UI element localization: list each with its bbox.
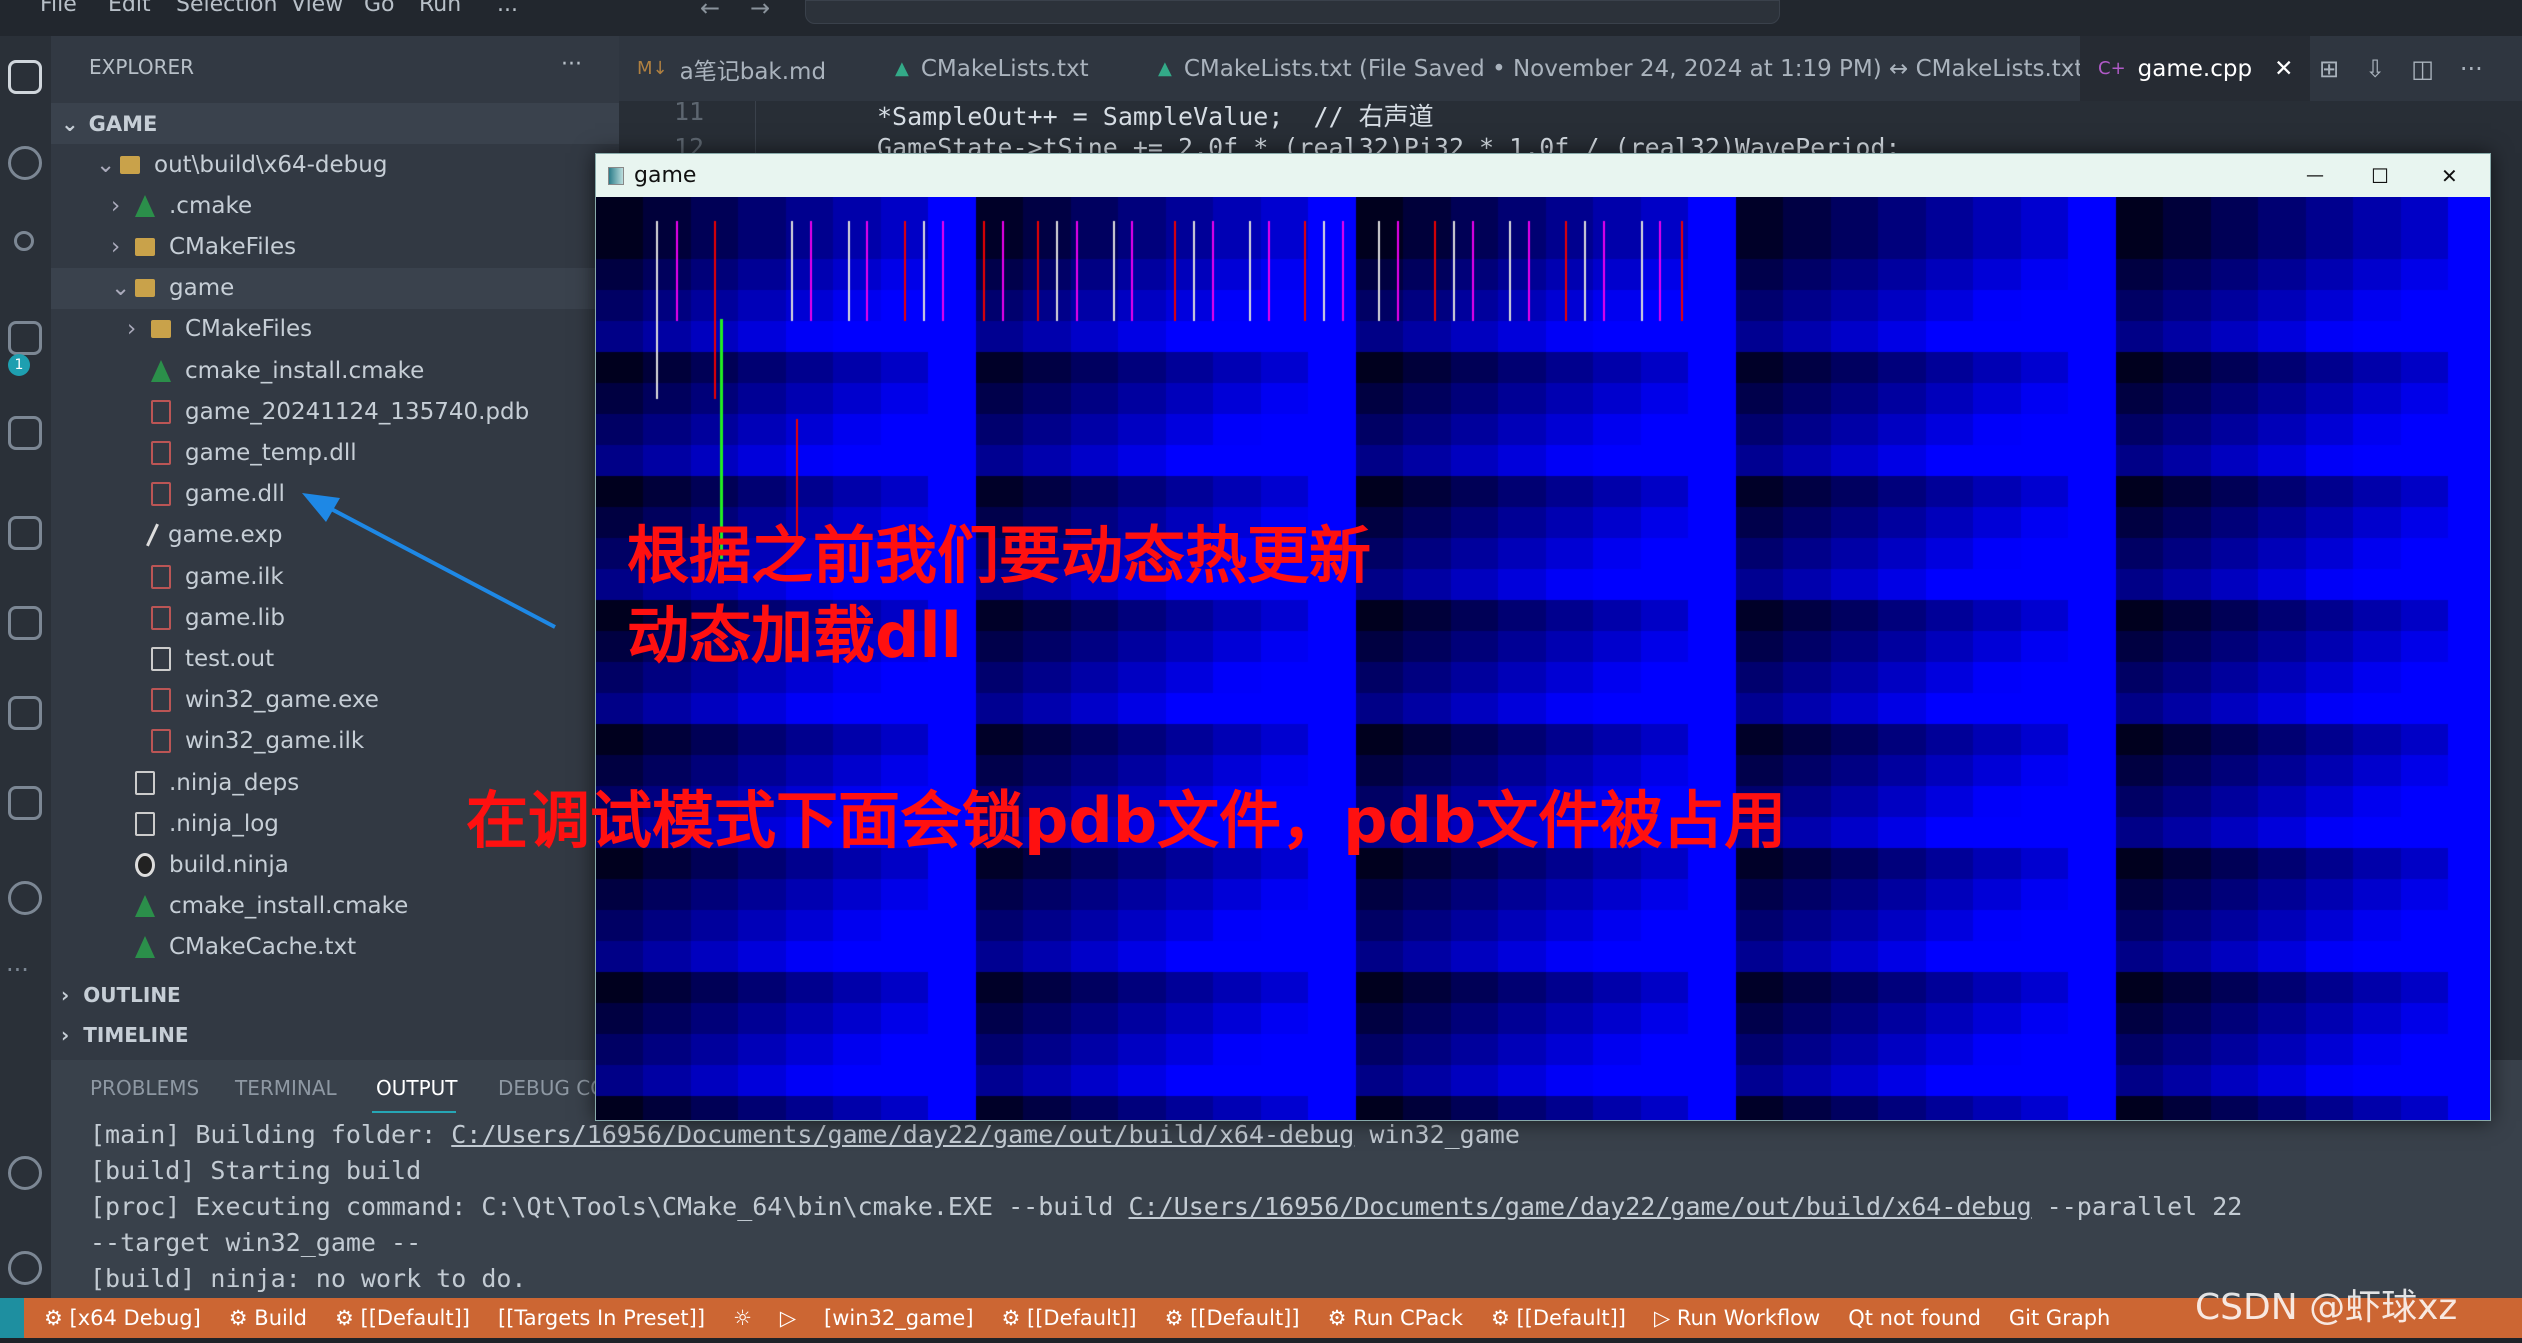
- remote-indicator[interactable]: [0, 1298, 24, 1338]
- status-item[interactable]: ▷: [780, 1306, 796, 1330]
- status-item[interactable]: ⚙ [[Default]]: [1491, 1306, 1626, 1330]
- status-item[interactable]: ⚙ [[Default]]: [1165, 1306, 1300, 1330]
- status-item[interactable]: [[Targets In Preset]]: [498, 1306, 705, 1330]
- status-item[interactable]: Git Graph: [2009, 1306, 2110, 1330]
- status-item[interactable]: Qt not found: [1848, 1306, 1981, 1330]
- status-item[interactable]: ⚙ Build: [229, 1306, 307, 1330]
- status-item[interactable]: ⚙ [[Default]]: [335, 1306, 470, 1330]
- status-item[interactable]: [win32_game]: [824, 1306, 974, 1330]
- status-item[interactable]: ⚙ Run CPack: [1328, 1306, 1463, 1330]
- status-item[interactable]: ▷ Run Workflow: [1654, 1306, 1820, 1330]
- status-bar: ⚙ [x64 Debug] ⚙ Build ⚙ [[Default]] [[Targe…: [0, 1298, 2522, 1338]
- status-item[interactable]: ⚙ [[Default]]: [1002, 1306, 1137, 1330]
- status-item[interactable]: ☼: [733, 1306, 752, 1330]
- annotation-arrow: [302, 493, 556, 629]
- status-item[interactable]: ⚙ [x64 Debug]: [44, 1306, 201, 1330]
- watermark: CSDN @虾球xz: [2195, 1287, 2458, 1328]
